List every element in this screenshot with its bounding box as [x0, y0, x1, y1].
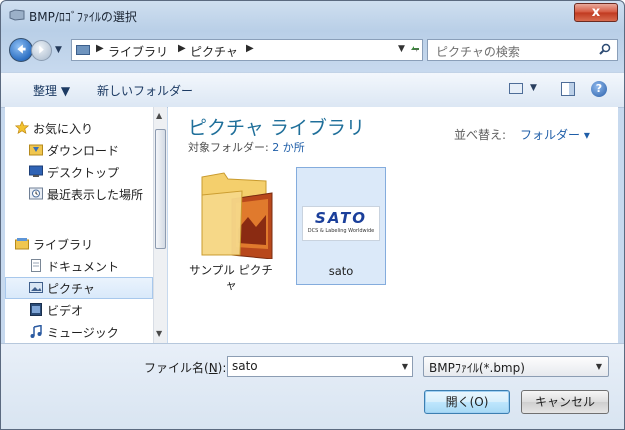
- file-item-caption-line1: サンプル ピクチ: [189, 263, 273, 277]
- library-locations-link[interactable]: 2 か所: [272, 141, 305, 154]
- window-title: BMP/ﾛｺﾞﾌｧｲﾙの選択: [29, 10, 137, 24]
- filename-label-mnemonic: N: [208, 361, 218, 375]
- search-icon[interactable]: [599, 43, 611, 55]
- library-subtitle-prefix: 対象フォルダー:: [188, 141, 273, 154]
- video-icon: [30, 303, 42, 316]
- filename-label: ファイル名(N):: [144, 359, 226, 376]
- nav-item-pictures[interactable]: ピクチャ: [5, 277, 153, 299]
- navigation-pane: お気に入り ダウンロード デスクトップ 最近表示した場所 ライブラリ ドキュメン…: [5, 107, 153, 343]
- file-item-caption-line1: sato: [328, 264, 354, 278]
- star-icon: [15, 121, 29, 134]
- open-button[interactable]: 開く(O): [424, 390, 510, 414]
- help-icon[interactable]: ?: [591, 81, 607, 97]
- library-icon: [15, 238, 29, 250]
- breadcrumb-pictures[interactable]: ピクチャ: [190, 43, 238, 60]
- nav-item-music[interactable]: ミュージック: [5, 321, 153, 343]
- filename-label-end: ):: [217, 361, 227, 375]
- nav-item-documents[interactable]: ドキュメント: [5, 255, 153, 277]
- cancel-button[interactable]: キャンセル: [521, 390, 609, 414]
- nav-item-recent-places[interactable]: 最近表示した場所: [5, 183, 153, 205]
- history-dropdown-icon[interactable]: ▼: [55, 45, 62, 55]
- desktop-icon: [29, 165, 43, 177]
- filename-dropdown-icon[interactable]: ▼: [402, 362, 408, 371]
- breadcrumb-separator-icon[interactable]: ▶: [246, 43, 254, 54]
- refresh-icon[interactable]: [408, 42, 422, 56]
- pictures-icon: [29, 282, 43, 293]
- address-bar[interactable]: ▶ ライブラリ ▶ ピクチャ ▶ ▼: [71, 39, 423, 61]
- file-type-select[interactable]: BMPﾌｧｲﾙ(*.bmp) ▼: [423, 356, 609, 377]
- filename-value: sato: [232, 359, 258, 373]
- dialog-footer: ファイル名(N): sato ▼ BMPﾌｧｲﾙ(*.bmp) ▼ 開く(O) …: [1, 343, 624, 429]
- app-icon: [9, 9, 25, 21]
- arrow-right-icon: [39, 45, 44, 54]
- file-item-caption: サンプル ピクチ ャ: [186, 263, 276, 293]
- music-icon: [30, 325, 42, 338]
- breadcrumb-separator-icon[interactable]: ▶: [96, 43, 104, 54]
- nav-item-videos[interactable]: ビデオ: [5, 299, 153, 321]
- file-item-sato[interactable]: SATO DCS & Labeling Worldwide sato: [296, 167, 386, 285]
- search-placeholder: ピクチャの検索: [436, 45, 520, 59]
- command-bar: 整理 ▼ 新しいフォルダー ▼ ?: [1, 72, 624, 108]
- arrow-left-icon: [17, 44, 26, 54]
- navigation-pane-scrollbar[interactable]: ▲ ▼: [153, 107, 167, 343]
- filename-input[interactable]: sato ▼: [227, 356, 413, 377]
- library-title: ピクチャ ライブラリ: [188, 117, 365, 139]
- sato-logo-tagline: DCS & Labeling Worldwide: [307, 228, 375, 234]
- image-thumbnail-icon: SATO DCS & Labeling Worldwide: [302, 206, 380, 241]
- change-view-icon[interactable]: [509, 83, 523, 94]
- recent-places-icon: [29, 187, 43, 200]
- file-item-sample-pictures[interactable]: サンプル ピクチ ャ: [186, 167, 276, 292]
- file-item-caption: sato: [297, 264, 385, 279]
- address-row: ▼ ▶ ライブラリ ▶ ピクチャ ▶ ▼ ピクチャの検索: [1, 36, 624, 66]
- filename-label-start: ファイル名(: [144, 361, 209, 375]
- search-input[interactable]: ピクチャの検索: [427, 39, 618, 61]
- nav-item-favorites[interactable]: お気に入り: [5, 117, 153, 139]
- sort-label: 並べ替え:: [454, 128, 507, 142]
- pictures-location-icon: [76, 45, 90, 55]
- scrollbar-thumb[interactable]: [155, 129, 166, 249]
- breadcrumb-libraries[interactable]: ライブラリ: [108, 43, 168, 60]
- organize-menu[interactable]: 整理 ▼: [33, 82, 70, 99]
- sort-dropdown[interactable]: フォルダー ▾: [520, 126, 590, 143]
- view-options-dropdown-icon[interactable]: ▼: [530, 83, 537, 93]
- nav-item-desktop[interactable]: デスクトップ: [5, 161, 153, 183]
- breadcrumb-separator-icon[interactable]: ▶: [178, 43, 186, 54]
- file-type-dropdown-icon[interactable]: ▼: [596, 362, 602, 371]
- document-icon: [31, 259, 41, 272]
- back-button[interactable]: [9, 38, 33, 62]
- preview-pane-icon[interactable]: [561, 82, 575, 96]
- scroll-up-icon[interactable]: ▲: [156, 111, 162, 120]
- file-list-pane: ピクチャ ライブラリ 対象フォルダー: 2 か所 並べ替え: フォルダー ▾ サ…: [168, 107, 618, 343]
- sato-logo: SATO: [315, 209, 367, 227]
- nav-item-downloads[interactable]: ダウンロード: [5, 139, 153, 161]
- address-dropdown-icon[interactable]: ▼: [398, 44, 405, 54]
- new-folder-button[interactable]: 新しいフォルダー: [97, 82, 193, 99]
- nav-item-libraries[interactable]: ライブラリ: [5, 233, 153, 255]
- file-item-caption-line2: ャ: [225, 278, 237, 292]
- file-type-value: BMPﾌｧｲﾙ(*.bmp): [429, 361, 525, 375]
- forward-button[interactable]: [31, 40, 52, 61]
- folder-icon: [201, 172, 273, 259]
- close-button[interactable]: x: [574, 3, 618, 22]
- scroll-down-icon[interactable]: ▼: [156, 329, 162, 338]
- library-subtitle: 対象フォルダー: 2 か所: [188, 139, 305, 155]
- download-folder-icon: [29, 144, 43, 156]
- file-dialog-window: BMP/ﾛｺﾞﾌｧｲﾙの選択 x ▼ ▶ ライブラリ ▶ ピクチャ ▶ ▼ ピク…: [0, 0, 625, 430]
- title-bar: BMP/ﾛｺﾞﾌｧｲﾙの選択 x: [1, 1, 624, 31]
